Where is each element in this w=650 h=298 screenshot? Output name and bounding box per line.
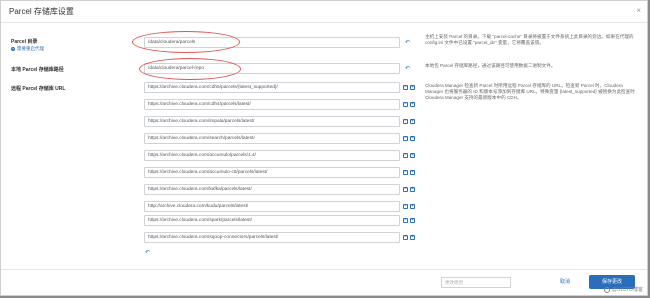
undo-icon[interactable]: ↶ (145, 250, 150, 256)
plus-icon[interactable]: + (410, 170, 415, 175)
remote-url-input[interactable]: http://archive.cloudera.com/kudu/parcels… (144, 201, 400, 212)
remote-url-input[interactable]: https://archive.cloudera.com/sqoop-conne… (144, 232, 400, 243)
parcel-dir-label: Parcel 目录 (11, 39, 38, 45)
dialog-footer (1, 269, 647, 298)
dialog-header: Parcel 存储库设置 × (1, 1, 647, 23)
plus-icon[interactable]: + (410, 102, 415, 107)
minus-icon[interactable]: − (403, 170, 408, 175)
parcel-dir-help: 主机上安装 Parcel 的目录。下载 "parcel-cache" 目录将被置… (425, 34, 634, 45)
undo-icon[interactable]: ↶ (405, 66, 410, 72)
cancel-button[interactable]: 取消 (560, 278, 570, 285)
parcel-settings-dialog: Parcel 存储库设置 × Parcel 目录 ? 需要重启代理 /data/… (0, 0, 648, 296)
plus-icon[interactable]: + (410, 235, 415, 240)
minus-icon[interactable]: − (403, 119, 408, 124)
remote-url-input[interactable]: https://archive.cloudera.com/search/parc… (144, 133, 400, 144)
minus-icon[interactable]: − (403, 153, 408, 158)
close-icon[interactable]: × (636, 7, 641, 15)
local-repo-label: 本地 Parcel 存储库路径 (11, 67, 64, 73)
plus-icon[interactable]: + (410, 119, 415, 124)
parcel-dir-input[interactable]: /data/cloudera/parcels (144, 37, 400, 48)
minus-icon[interactable]: − (403, 235, 408, 240)
watermark-text: @51CTO博客 (611, 287, 643, 293)
local-repo-input[interactable]: /data/cloudera/parcel-repo (144, 63, 400, 74)
remote-url-input[interactable]: https://archive.cloudera.com/spark/parce… (144, 215, 400, 226)
help-icon: ? (11, 47, 15, 51)
undo-icon[interactable]: ↶ (405, 40, 410, 46)
plus-icon[interactable]: + (410, 136, 415, 141)
remote-urls-help: Cloudera Manager 检查新 Parcel 时所用远程 Parcel… (425, 83, 635, 100)
plus-icon[interactable]: + (410, 204, 415, 209)
remote-url-input[interactable]: https://archive.cloudera.com/impala/parc… (144, 116, 400, 127)
remote-url-input[interactable]: https://archive.cloudera.com/accumulo/pa… (144, 150, 400, 161)
remote-url-input[interactable]: https://archive.cloudera.com/cdh5/parcel… (144, 82, 400, 93)
restart-agent-link[interactable]: ? 需要重启代理 (11, 46, 44, 52)
minus-icon[interactable]: − (403, 187, 408, 192)
remote-urls-label: 远程 Parcel 存储库 URL (11, 86, 66, 92)
local-repo-help: 本地包 Parcel 存储库路径，通过该路径可使用数据二进制文件。 (425, 63, 556, 68)
minus-icon[interactable]: − (403, 85, 408, 90)
change-reason-input[interactable]: 更改原因 (441, 277, 511, 288)
minus-icon[interactable]: − (403, 102, 408, 107)
remote-url-input[interactable]: https://archive.cloudera.com/accumulo-c5… (144, 167, 400, 178)
remote-url-input[interactable]: https://archive.cloudera.com/kafka/parce… (144, 184, 400, 195)
remote-url-input[interactable]: https://archive.cloudera.com/cdh4/parcel… (144, 99, 400, 110)
minus-icon[interactable]: − (403, 204, 408, 209)
plus-icon[interactable]: + (410, 218, 415, 223)
plus-icon[interactable]: + (410, 187, 415, 192)
minus-icon[interactable]: − (403, 136, 408, 141)
watermark-logo-icon (603, 286, 610, 293)
restart-agent-link-label: 需要重启代理 (17, 46, 44, 51)
plus-icon[interactable]: + (410, 153, 415, 158)
watermark: @51CTO博客 (603, 286, 643, 293)
dialog-title: Parcel 存储库设置 (9, 7, 74, 16)
plus-icon[interactable]: + (410, 85, 415, 90)
minus-icon[interactable]: − (403, 218, 408, 223)
